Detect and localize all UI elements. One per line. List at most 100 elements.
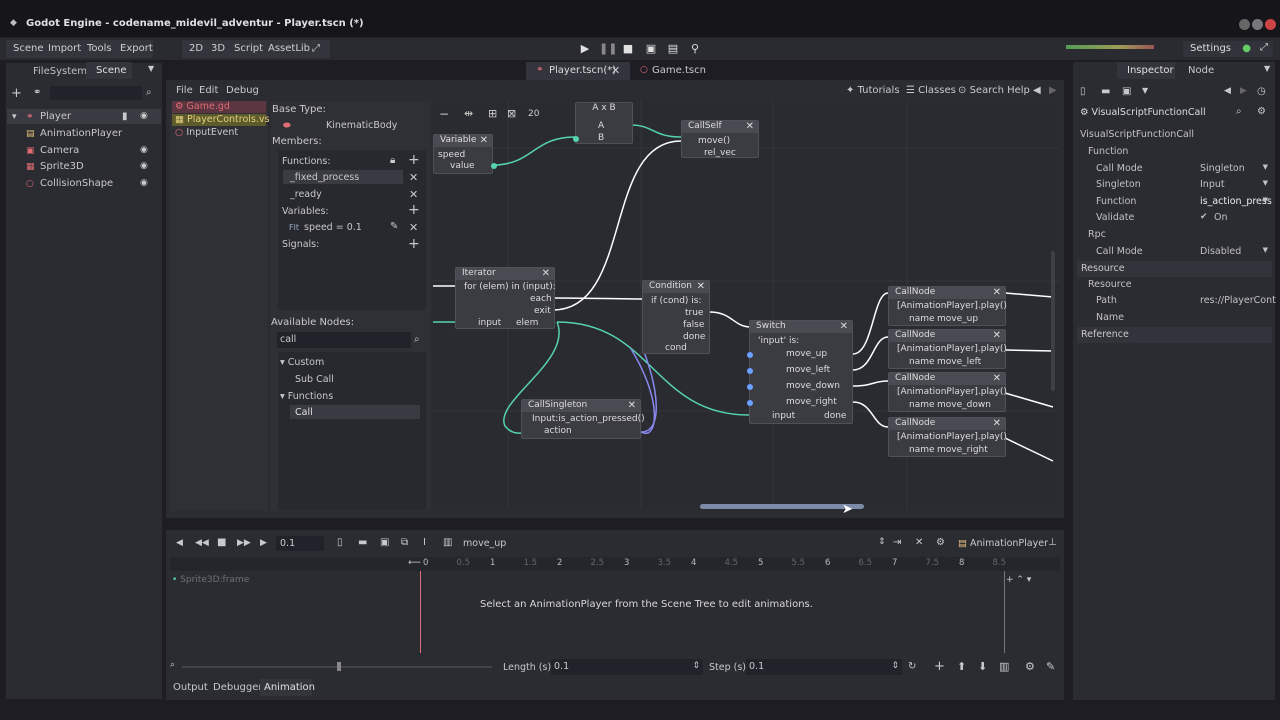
save-resource-icon[interactable]: ▣ (1122, 86, 1131, 97)
tab-scene[interactable]: Scene (96, 65, 127, 76)
scene-filter-input[interactable] (50, 86, 142, 100)
node-item-call[interactable]: Call (295, 407, 313, 418)
autoplay-icon[interactable]: ⇥ (893, 537, 901, 548)
condition-node[interactable]: Condition ✕ if (cond) is: true false done… (642, 280, 710, 354)
history-prev-icon[interactable]: ◀ (1224, 86, 1231, 96)
anim-settings-icon[interactable]: ⚙ (936, 537, 945, 548)
remove-icon[interactable]: ✕ (409, 221, 418, 234)
close-node-icon[interactable]: ✕ (697, 281, 705, 292)
minimize-button[interactable] (1239, 19, 1250, 30)
stop-icon[interactable]: ■ (621, 42, 635, 55)
callnode-node[interactable]: CallNode ✕ [AnimationPlayer].play() name … (888, 329, 1007, 369)
close-tab-icon[interactable]: ✕ (611, 64, 620, 77)
callself-node[interactable]: CallSelf ✕ move() rel_vec (681, 120, 759, 158)
blend-icon[interactable]: ✕ (915, 537, 923, 548)
play-icon[interactable]: ▶ (578, 42, 592, 55)
variable-item[interactable]: speed = 0.1 (304, 222, 362, 233)
debug-options-icon[interactable]: ⚲ (688, 42, 702, 55)
menu-tools[interactable]: Tools (87, 43, 112, 54)
callsingleton-node[interactable]: CallSingleton ✕ Input:is_action_pressed()… (521, 399, 645, 439)
menu-scene[interactable]: Scene (13, 43, 44, 54)
load-resource-icon[interactable]: ▬ (1101, 86, 1110, 97)
tree-item-player[interactable]: ▾ ⚭ Player (12, 111, 71, 122)
tree-item-animationplayer[interactable]: ▤ AnimationPlayer (26, 128, 122, 139)
tab-output[interactable]: Output (173, 682, 208, 693)
updown-icon[interactable]: ⇕ (878, 537, 886, 547)
section-rpc[interactable]: Rpc (1088, 229, 1106, 240)
tab-animation[interactable]: Animation (264, 682, 315, 693)
switch-node[interactable]: Switch ✕ 'input' is: move_up move_left mo… (747, 320, 853, 424)
tutorials-link[interactable]: ✦ Tutorials (846, 85, 900, 96)
tab-filesystem[interactable]: FileSystem (33, 66, 87, 77)
callnode-node[interactable]: CallNode ✕ [AnimationPlayer].play() name … (888, 417, 1007, 457)
distraction-free-icon[interactable]: ⤢ (312, 43, 320, 54)
tree-group-custom[interactable]: ▾ Custom (280, 357, 324, 368)
next-icon[interactable]: ▶ (1049, 85, 1057, 96)
load-anim-icon[interactable]: ▬ (358, 537, 367, 548)
zoom-out-icon[interactable]: − (439, 107, 449, 121)
duplicate-anim-icon[interactable]: ⧉ (401, 537, 408, 548)
visibility-icon[interactable]: ◉ (140, 178, 148, 188)
track-settings-icon[interactable]: ⚙ (1025, 660, 1035, 673)
rename-anim-icon[interactable]: I (423, 537, 426, 548)
menu-export[interactable]: Export (120, 43, 153, 54)
inspector-row-validate[interactable]: Validate ✔ On (1096, 212, 1270, 223)
case-port[interactable] (747, 352, 753, 358)
pin-icon[interactable]: ⊥ (1048, 537, 1057, 548)
tree-group-functions[interactable]: ▾ Functions (280, 391, 333, 402)
menu-import[interactable]: Import (48, 43, 81, 54)
tree-item-sprite3d[interactable]: ▦ Sprite3D (26, 161, 84, 172)
remove-icon[interactable]: ✕ (409, 188, 418, 201)
tab-player-tscn[interactable]: Player.tscn(*) (549, 65, 616, 76)
edit-icon[interactable]: ✎ (390, 221, 398, 232)
new-anim-icon[interactable]: ▯ (337, 537, 343, 548)
inspector-row-singleton[interactable]: Singleton Input ▼ (1096, 179, 1270, 190)
tab-game-tscn[interactable]: Game.tscn (652, 65, 706, 76)
iterator-node[interactable]: Iterator ✕ for (elem) in (input): each ex… (455, 267, 556, 329)
close-node-icon[interactable]: ✕ (746, 121, 754, 132)
script-item-playercontrols[interactable]: ▦ PlayerControls.vs (175, 114, 269, 125)
menu-file[interactable]: File (176, 85, 193, 96)
prev-icon[interactable]: ◀ (1033, 85, 1041, 96)
menu-edit[interactable]: Edit (199, 85, 218, 96)
object-menu-icon[interactable]: ⚙ (1257, 106, 1266, 117)
search-help-link[interactable]: ⊙ Search Help (958, 85, 1030, 96)
loop-icon[interactable]: ↻ (908, 661, 916, 672)
function-item[interactable]: _ready (290, 189, 322, 200)
mode-assetlib[interactable]: AssetLib (268, 43, 310, 54)
snap-icon[interactable]: ⊠ (507, 107, 516, 120)
case-port[interactable] (747, 400, 753, 406)
dock-menu-icon[interactable]: ▼ (148, 64, 154, 73)
multiply-node[interactable]: A x B A B (573, 102, 633, 144)
visibility-icon[interactable]: ◉ (140, 111, 148, 121)
inspector-row-name[interactable]: Name (1096, 312, 1270, 323)
input-port[interactable] (573, 136, 579, 142)
close-node-icon[interactable]: ✕ (993, 373, 1001, 384)
zoom-in-icon[interactable]: ⊞ (488, 107, 497, 120)
tab-inspector[interactable]: Inspector (1127, 65, 1174, 76)
inspector-row-function[interactable]: Function is_action_press ▼ (1096, 196, 1272, 207)
close-node-icon[interactable]: ✕ (993, 330, 1001, 341)
step-input[interactable]: 0.1 ⇕ (746, 659, 902, 675)
new-resource-icon[interactable]: ▯ (1080, 86, 1086, 97)
anim-stop-icon[interactable]: ■ (217, 537, 226, 548)
zoom-slider-handle[interactable] (337, 662, 341, 671)
move-up-icon[interactable]: ⬆ (957, 660, 966, 673)
output-port[interactable] (491, 163, 497, 169)
history-icon[interactable]: ◷ (1257, 86, 1266, 97)
visualscript-graph[interactable]: − ⇹ ⊞ ⊠ 20 Variable ✕ speed value A x B A… (433, 101, 1059, 509)
subsection-resource[interactable]: Resource (1088, 279, 1132, 290)
inspector-row-call-mode[interactable]: Call Mode Singleton ▼ (1096, 163, 1270, 174)
add-variable-icon[interactable]: + (408, 202, 420, 218)
function-item[interactable]: _fixed_process (290, 172, 359, 183)
lock-icon[interactable]: 🔒︎ (390, 155, 395, 166)
snap-value[interactable]: 20 (528, 109, 539, 119)
menu-debug[interactable]: Debug (226, 85, 259, 96)
anim-play-from-icon[interactable]: ▶▶ (237, 538, 251, 548)
spinner-icon[interactable]: ⇕ (891, 661, 899, 671)
close-node-icon[interactable]: ✕ (628, 400, 636, 411)
base-type-value[interactable]: KinematicBody (326, 120, 397, 131)
script-item-game[interactable]: ⚙ Game.gd (175, 101, 230, 112)
close-node-icon[interactable]: ✕ (840, 321, 848, 332)
visibility-icon[interactable]: ◉ (140, 161, 148, 171)
